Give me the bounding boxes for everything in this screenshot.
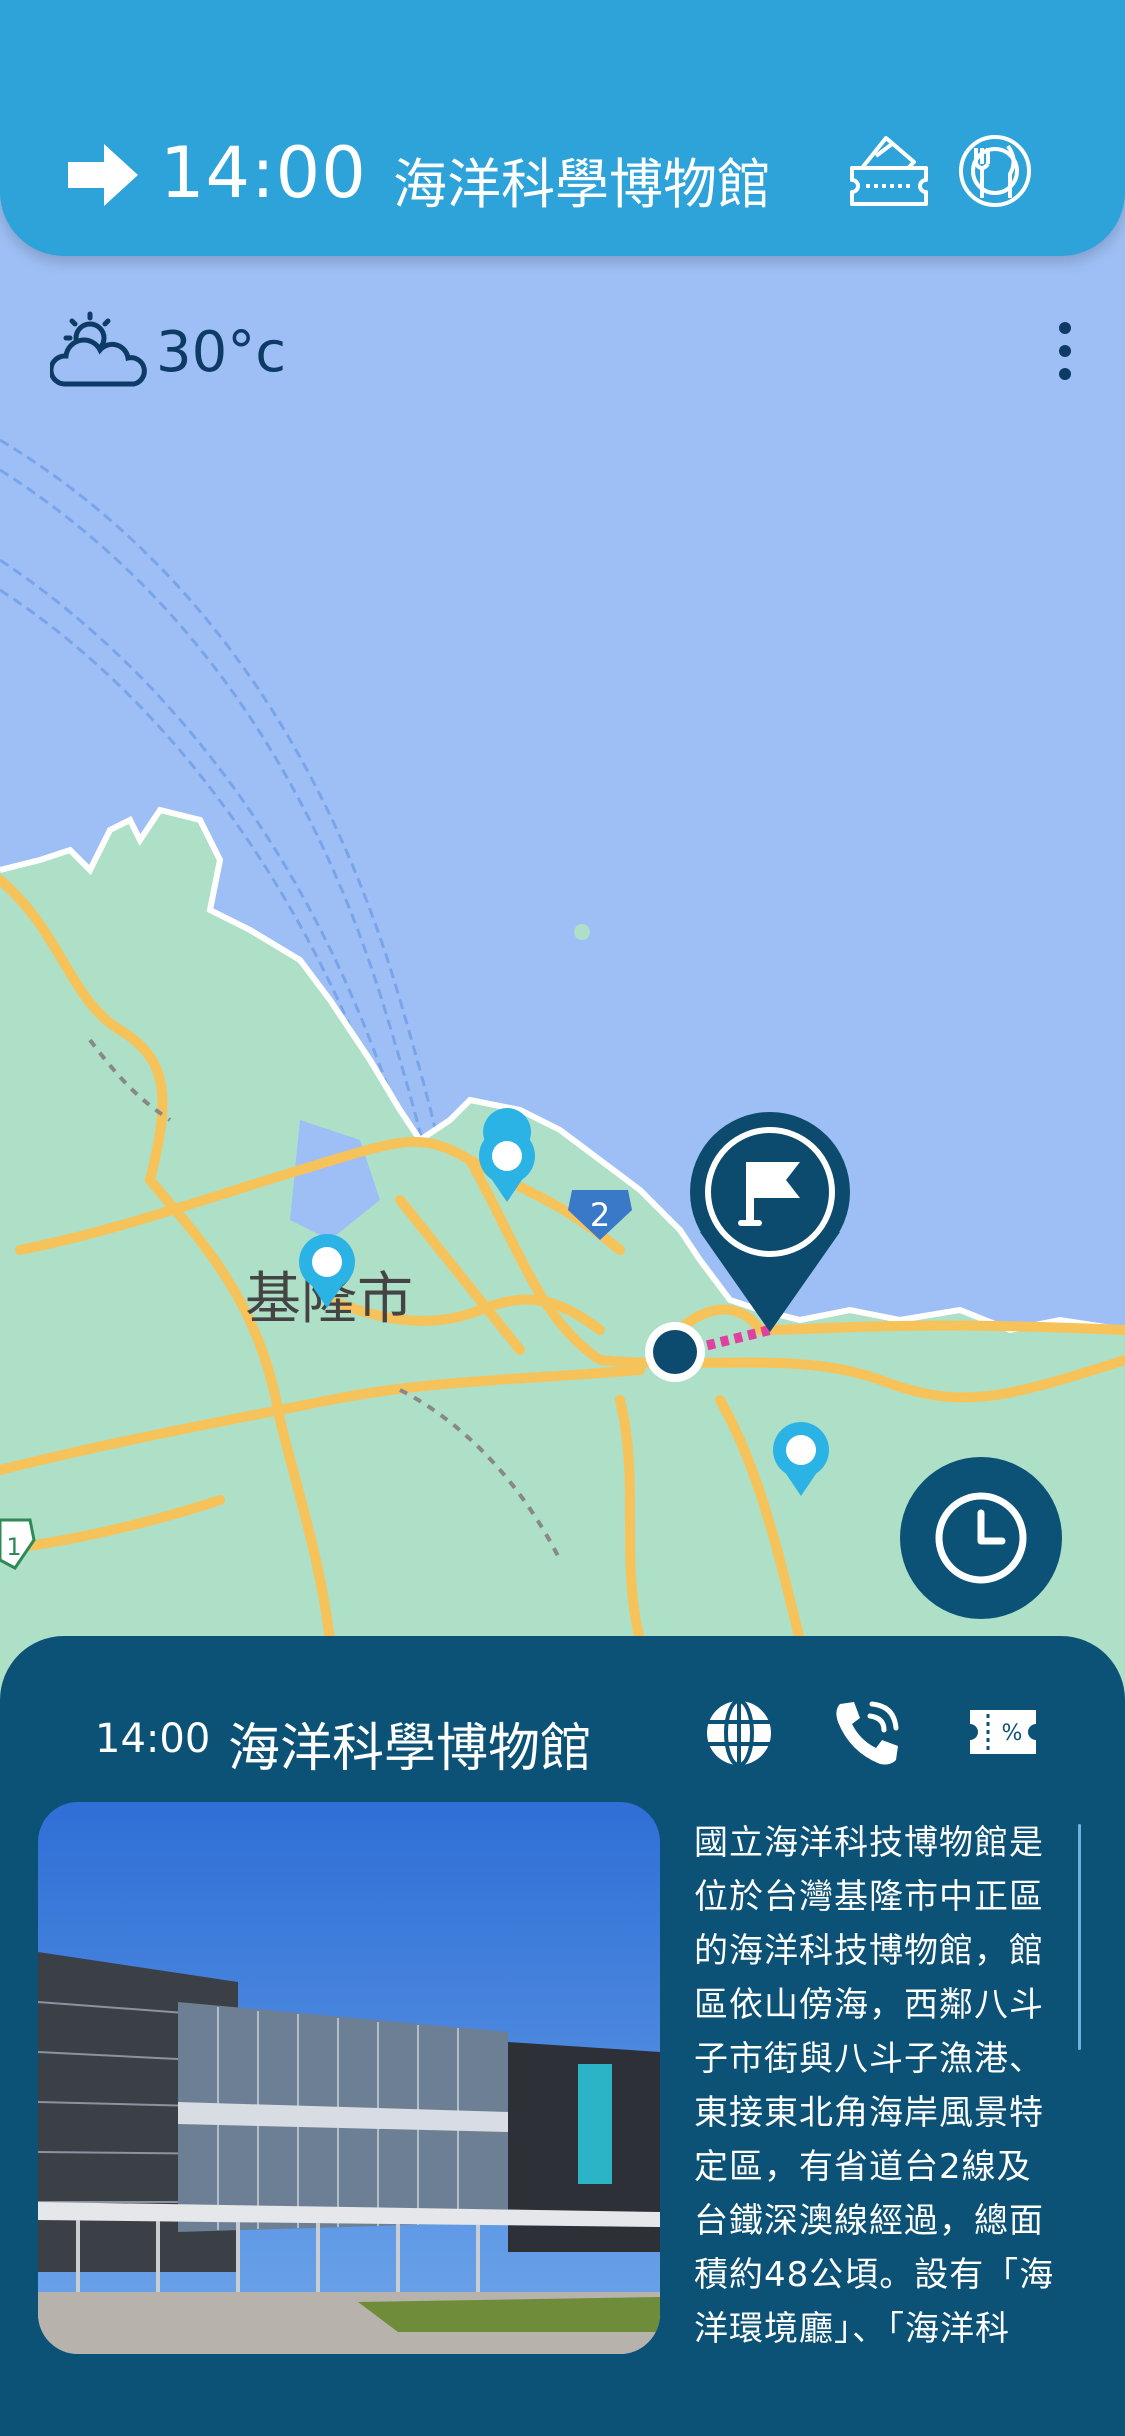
svg-text:1: 1 <box>6 1533 21 1561</box>
museum-photo <box>38 1802 660 2354</box>
phone-icon[interactable] <box>830 1696 904 1770</box>
restaurant-icon[interactable] <box>958 134 1032 208</box>
ticket-icon[interactable] <box>848 132 930 212</box>
place-detail-card: 14:00 海洋科學博物館 % 國立海洋科技博物館是位於台灣基隆市中正區的海洋科… <box>0 1636 1125 2436</box>
card-time: 14:00 <box>95 1716 211 1762</box>
more-options-icon[interactable] <box>1050 320 1080 382</box>
svg-text:2: 2 <box>590 1196 610 1234</box>
schedule-button[interactable] <box>900 1457 1062 1619</box>
destination-title: 海洋科學博物館 <box>393 153 771 216</box>
current-location-icon <box>645 1322 705 1382</box>
temperature: 30°c <box>156 320 287 385</box>
description-scrollbar[interactable] <box>1078 1824 1081 2050</box>
arrival-time: 14:00 <box>160 132 367 214</box>
card-title: 海洋科學博物館 <box>228 1719 593 1779</box>
globe-icon[interactable] <box>704 1698 774 1768</box>
partly-cloudy-icon <box>50 311 147 387</box>
coupon-icon[interactable]: % <box>966 1706 1040 1758</box>
clock-icon <box>935 1492 1027 1584</box>
place-description: 國立海洋科技博物館是位於台灣基隆市中正區的海洋科技博物館，館區依山傍海，西鄰八斗… <box>694 1823 1055 2349</box>
navigation-header: 14:00 海洋科學博物館 <box>0 0 1125 256</box>
arrow-right-icon <box>68 144 138 206</box>
svg-text:%: % <box>1002 1721 1023 1746</box>
